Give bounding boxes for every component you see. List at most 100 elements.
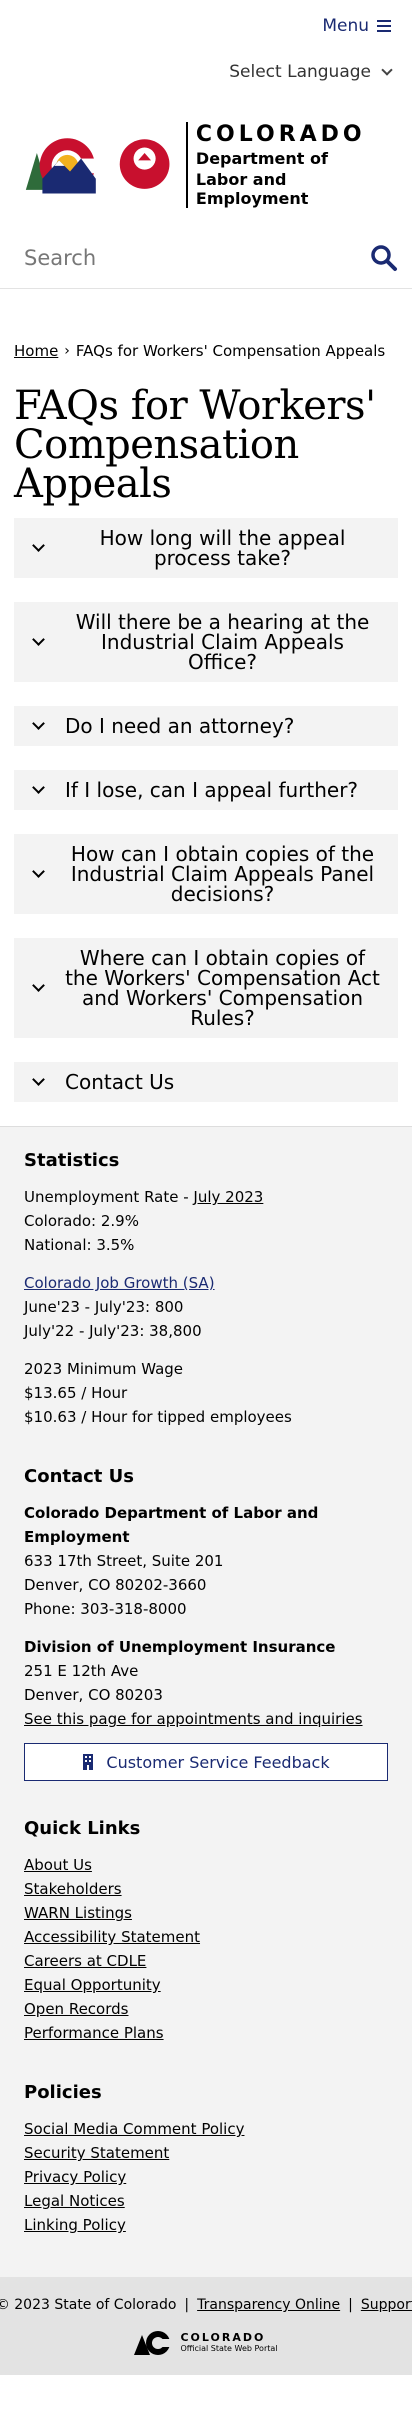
policy-legal-notices[interactable]: Legal Notices bbox=[24, 2189, 388, 2213]
policy-social-media[interactable]: Social Media Comment Policy bbox=[24, 2117, 388, 2141]
chevron-down-icon bbox=[32, 1073, 45, 1086]
top-bar: Menu bbox=[0, 0, 412, 52]
min-wage-tipped: $10.63 / Hour for tipped employees bbox=[24, 1408, 292, 1426]
colorado-c-logo-icon bbox=[134, 2331, 173, 2355]
policy-privacy[interactable]: Privacy Policy bbox=[24, 2165, 388, 2189]
unemployment-month-link[interactable]: July 2023 bbox=[193, 1188, 263, 1206]
transparency-link[interactable]: Transparency Online bbox=[197, 2295, 340, 2315]
unemployment-block: Unemployment Rate - July 2023 Colorado: … bbox=[24, 1185, 388, 1257]
growth-line-2: July'22 - July'23: 38,800 bbox=[24, 1322, 202, 1340]
menu-button[interactable]: Menu bbox=[322, 16, 391, 36]
breadcrumb: Home › FAQs for Workers' Compensation Ap… bbox=[0, 341, 412, 361]
quick-link-performance-plans[interactable]: Performance Plans bbox=[24, 2021, 388, 2045]
statistics-heading: Statistics bbox=[24, 1150, 120, 1171]
min-wage-hour: $13.65 / Hour bbox=[24, 1384, 128, 1402]
policy-security[interactable]: Security Statement bbox=[24, 2141, 388, 2165]
logo-dept-line1: Department of bbox=[195, 148, 328, 168]
org-name: Colorado Department of Labor and Employm… bbox=[24, 1504, 319, 1546]
language-label: Select Language bbox=[229, 62, 371, 82]
legal-separator: | bbox=[184, 2297, 190, 2313]
cdle-address-block: Colorado Department of Labor and Employm… bbox=[24, 1501, 388, 1621]
national-rate: National: 3.5% bbox=[24, 1236, 135, 1254]
cdle-logo[interactable]: COLORADO Department of Labor and Employm… bbox=[0, 102, 412, 227]
chevron-down-icon bbox=[32, 717, 45, 730]
portal-name: COLORADO bbox=[180, 2331, 266, 2344]
portal-text: COLORADO Official State Web Portal bbox=[180, 2332, 277, 2354]
min-wage-title: 2023 Minimum Wage bbox=[24, 1360, 184, 1378]
portal-subtitle: Official State Web Portal bbox=[180, 2344, 278, 2353]
legal-bar: © 2023 State of Colorado | Transparency … bbox=[0, 2277, 412, 2375]
logo-dept-line2: Labor and Employment bbox=[195, 169, 309, 208]
colorado-rate: Colorado: 2.9% bbox=[24, 1212, 139, 1230]
state-portal-logo[interactable]: COLORADO Official State Web Portal bbox=[14, 2329, 398, 2357]
menu-label: Menu bbox=[322, 16, 369, 36]
feedback-label: Customer Service Feedback bbox=[106, 1752, 330, 1772]
faq-item-appeal-duration[interactable]: How long will the appeal process take? bbox=[14, 518, 398, 578]
job-growth-link[interactable]: Colorado Job Growth (SA) bbox=[24, 1274, 215, 1292]
growth-line-1: June'23 - July'23: 800 bbox=[24, 1298, 184, 1316]
search-input[interactable] bbox=[24, 245, 324, 270]
appointments-link[interactable]: See this page for appointments and inqui… bbox=[24, 1710, 363, 1728]
faq-item-attorney[interactable]: Do I need an attorney? bbox=[14, 706, 398, 746]
policy-linking[interactable]: Linking Policy bbox=[24, 2213, 388, 2237]
faq-item-panel-decisions[interactable]: How can I obtain copies of the Industria… bbox=[14, 834, 398, 914]
policies-section: Policies Social Media Comment Policy Sec… bbox=[24, 2081, 388, 2237]
quick-link-open-records[interactable]: Open Records bbox=[24, 1997, 388, 2021]
faq-accordion: How long will the appeal process take? W… bbox=[0, 518, 412, 1102]
quick-link-stakeholders[interactable]: Stakeholders bbox=[24, 1877, 388, 1901]
address-line-1: 633 17th Street, Suite 201 bbox=[24, 1552, 224, 1570]
faq-item-label: Do I need an attorney? bbox=[65, 714, 295, 738]
faq-item-label: Contact Us bbox=[65, 1070, 175, 1094]
search-icon[interactable] bbox=[370, 244, 398, 272]
legal-separator: | bbox=[348, 2297, 353, 2313]
faq-item-label: Where can I obtain copies of the Workers… bbox=[65, 946, 380, 1030]
faq-item-act-rules[interactable]: Where can I obtain copies of the Workers… bbox=[14, 938, 398, 1038]
language-row: Select Language bbox=[0, 52, 412, 92]
search-row bbox=[0, 227, 412, 289]
contact-section: Contact Us Colorado Department of Labor … bbox=[24, 1465, 388, 1781]
hamburger-icon bbox=[377, 20, 391, 32]
quick-link-careers[interactable]: Careers at CDLE bbox=[24, 1949, 388, 1973]
faq-item-label: If I lose, can I appeal further? bbox=[65, 778, 359, 802]
chevron-down-icon bbox=[381, 63, 393, 76]
min-wage-block: 2023 Minimum Wage $13.65 / Hour $10.63 /… bbox=[24, 1357, 388, 1429]
breadcrumb-home-link[interactable]: Home bbox=[14, 341, 58, 361]
chevron-down-icon bbox=[32, 781, 45, 794]
division-name: Division of Unemployment Insurance bbox=[24, 1638, 336, 1656]
quick-links-heading: Quick Links bbox=[24, 1818, 141, 1839]
quick-links-list: About Us Stakeholders WARN Listings Acce… bbox=[24, 1853, 388, 2045]
address-line-2: Denver, CO 80202-3660 bbox=[24, 1576, 207, 1594]
quick-link-about-us[interactable]: About Us bbox=[24, 1853, 388, 1877]
faq-item-hearing[interactable]: Will there be a hearing at the Industria… bbox=[14, 602, 398, 682]
logo-text: COLORADO Department of Labor and Employm… bbox=[185, 121, 388, 208]
policies-heading: Policies bbox=[24, 2082, 102, 2103]
unemployment-prefix: Unemployment Rate - bbox=[24, 1188, 194, 1206]
chevron-down-icon bbox=[32, 633, 45, 646]
division-address-line-1: 251 E 12th Ave bbox=[24, 1662, 139, 1680]
support-link[interactable]: Support bbox=[361, 2295, 412, 2315]
logo-colorado: COLORADO bbox=[195, 121, 366, 147]
building-icon bbox=[83, 1754, 94, 1770]
quick-link-accessibility[interactable]: Accessibility Statement bbox=[24, 1925, 388, 1949]
language-select[interactable]: Select Language bbox=[229, 62, 393, 82]
contact-heading: Contact Us bbox=[24, 1466, 135, 1487]
colorado-mountain-logo-icon bbox=[25, 137, 170, 194]
page-title: FAQs for Workers' Compensation Appeals bbox=[14, 383, 376, 507]
quick-link-equal-opportunity[interactable]: Equal Opportunity bbox=[24, 1973, 388, 1997]
breadcrumb-current: FAQs for Workers' Compensation Appeals bbox=[75, 342, 386, 360]
copyright: © 2023 State of Colorado bbox=[0, 2297, 177, 2313]
faq-item-label: How long will the appeal process take? bbox=[99, 526, 346, 570]
job-growth-block: Colorado Job Growth (SA) June'23 - July'… bbox=[24, 1271, 388, 1343]
faq-item-appeal-further[interactable]: If I lose, can I appeal further? bbox=[14, 770, 398, 810]
faq-item-label: How can I obtain copies of the Industria… bbox=[70, 842, 375, 906]
division-address-line-2: Denver, CO 80203 bbox=[24, 1686, 163, 1704]
faq-item-contact-us[interactable]: Contact Us bbox=[14, 1062, 398, 1102]
site-footer: Statistics Unemployment Rate - July 2023… bbox=[0, 1126, 412, 2277]
statistics-section: Statistics Unemployment Rate - July 2023… bbox=[24, 1149, 388, 1429]
customer-feedback-button[interactable]: Customer Service Feedback bbox=[24, 1743, 388, 1781]
quick-links-section: Quick Links About Us Stakeholders WARN L… bbox=[24, 1817, 388, 2045]
faq-item-label: Will there be a hearing at the Industria… bbox=[75, 610, 370, 674]
ui-division-block: Division of Unemployment Insurance 251 E… bbox=[24, 1635, 388, 1731]
quick-link-warn-listings[interactable]: WARN Listings bbox=[24, 1901, 388, 1925]
logo-badge-text: CDLE bbox=[126, 249, 155, 260]
